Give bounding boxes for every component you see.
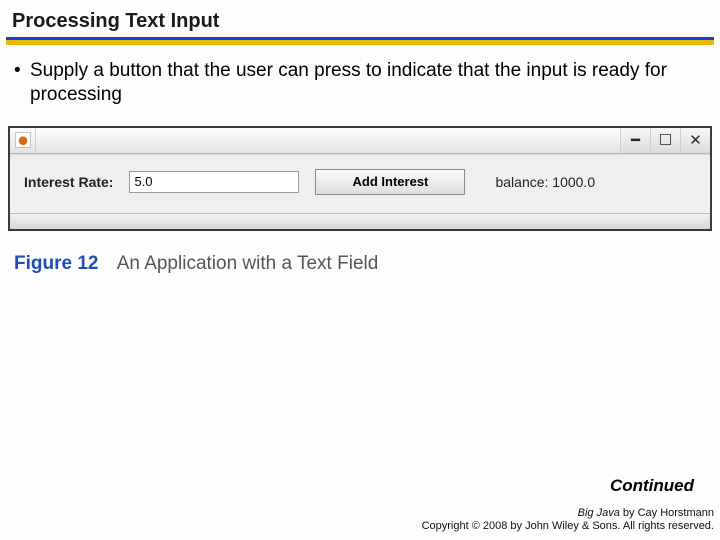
book-title: Big Java	[578, 507, 620, 519]
copyright-block: Big Java by Cay Horstmann Copyright © 20…	[422, 507, 714, 535]
maximize-button[interactable]: ☐	[650, 128, 680, 153]
java-cup-icon	[15, 132, 31, 148]
window-content: Interest Rate: Add Interest balance: 100…	[10, 154, 710, 213]
minimize-button[interactable]: ━	[620, 128, 650, 153]
app-icon	[10, 128, 36, 153]
interest-rate-label: Interest Rate:	[24, 174, 113, 190]
figure-label: Figure 12	[14, 253, 98, 274]
interest-rate-input[interactable]	[129, 171, 299, 193]
window-titlebar: ━ ☐ ✕	[10, 128, 710, 154]
slide-heading: Processing Text Input	[0, 0, 720, 37]
window-statusbar	[10, 213, 710, 229]
close-button[interactable]: ✕	[680, 128, 710, 153]
copyright-line1: Big Java by Cay Horstmann	[422, 507, 714, 521]
app-window: ━ ☐ ✕ Interest Rate: Add Interest balanc…	[8, 126, 712, 231]
figure-caption-text: An Application with a Text Field	[117, 253, 379, 274]
add-interest-button[interactable]: Add Interest	[315, 169, 465, 195]
figure-caption: Figure 12 An Application with a Text Fie…	[14, 253, 706, 275]
bullet-list: • Supply a button that the user can pres…	[0, 59, 720, 108]
book-author: by Cay Horstmann	[620, 507, 714, 519]
titlebar-spacer	[36, 128, 620, 153]
bullet-text: Supply a button that the user can press …	[30, 59, 702, 108]
list-item: • Supply a button that the user can pres…	[14, 59, 702, 108]
continued-label: Continued	[610, 476, 694, 496]
balance-text: balance: 1000.0	[495, 174, 595, 190]
copyright-line2: Copyright © 2008 by John Wiley & Sons. A…	[422, 520, 714, 534]
bullet-dot: •	[14, 59, 30, 108]
divider-gold	[6, 40, 714, 45]
